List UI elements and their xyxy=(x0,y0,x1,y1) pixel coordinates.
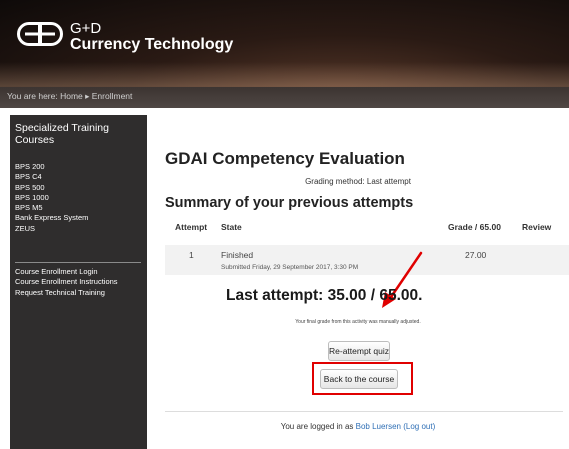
grade-adjusted-note: Your final grade from this activity was … xyxy=(295,319,421,325)
sidebar-course-list: BPS 200 BPS C4 BPS 500 BPS 1000 BPS M5 B… xyxy=(15,162,88,234)
sidebar-divider xyxy=(15,262,141,263)
sidebar-link-enrollment-instructions[interactable]: Course Enrollment Instructions xyxy=(15,277,118,287)
attempt-number: 1 xyxy=(189,250,194,260)
sidebar-item-bps-c4[interactable]: BPS C4 xyxy=(15,172,88,182)
brand-name: G+D xyxy=(70,20,102,37)
column-header-review: Review xyxy=(522,222,552,232)
sidebar-link-enrollment-login[interactable]: Course Enrollment Login xyxy=(15,267,118,277)
sidebar-link-request-training[interactable]: Request Technical Training xyxy=(15,288,118,298)
sidebar-item-bps-m5[interactable]: BPS M5 xyxy=(15,203,88,213)
column-header-grade: Grade / 65.00 xyxy=(448,222,501,232)
sidebar-item-zeus[interactable]: ZEUS xyxy=(15,224,88,234)
column-header-state: State xyxy=(221,222,242,232)
sidebar-item-bps-200[interactable]: BPS 200 xyxy=(15,162,88,172)
breadcrumb-bar: You are here: Home ▸ Enrollment xyxy=(0,87,569,108)
table-row: 1 Finished Submitted Friday, 29 Septembe… xyxy=(165,245,569,275)
footer-divider xyxy=(165,411,563,412)
login-prefix: You are logged in as xyxy=(280,422,356,431)
column-header-attempt: Attempt xyxy=(175,222,208,232)
summary-heading: Summary of your previous attempts xyxy=(165,195,414,211)
reattempt-quiz-button[interactable]: Re-attempt quiz xyxy=(328,341,390,361)
sidebar: Specialized Training Courses BPS 200 BPS… xyxy=(10,115,147,449)
brand-subtitle: Currency Technology xyxy=(70,36,234,53)
breadcrumb[interactable]: You are here: Home ▸ Enrollment xyxy=(7,91,132,102)
site-header: G+D Currency Technology You are here: Ho… xyxy=(0,0,569,108)
attempt-state: Finished xyxy=(221,250,254,260)
sidebar-item-bank-express[interactable]: Bank Express System xyxy=(15,213,88,223)
sidebar-item-bps-500[interactable]: BPS 500 xyxy=(15,183,88,193)
login-info: You are logged in as Bob Luersen (Log ou… xyxy=(147,422,569,431)
last-attempt-score: Last attempt: 35.00 / 65.00. xyxy=(226,287,423,304)
back-to-course-button[interactable]: Back to the course xyxy=(320,369,398,389)
attempt-submitted: Submitted Friday, 29 September 2017, 3:3… xyxy=(221,264,359,271)
sidebar-title: Specialized Training Courses xyxy=(15,122,109,146)
main-content: GDAI Competency Evaluation Grading metho… xyxy=(147,108,569,449)
gd-logo-icon[interactable] xyxy=(17,22,63,46)
grading-method: Grading method: Last attempt xyxy=(305,177,411,186)
page-title: GDAI Competency Evaluation xyxy=(165,149,405,168)
user-profile-link[interactable]: Bob Luersen xyxy=(356,422,401,431)
sidebar-link-list: Course Enrollment Login Course Enrollmen… xyxy=(15,267,118,298)
sidebar-item-bps-1000[interactable]: BPS 1000 xyxy=(15,193,88,203)
logout-link[interactable]: (Log out) xyxy=(403,422,435,431)
attempt-grade: 27.00 xyxy=(465,250,487,260)
